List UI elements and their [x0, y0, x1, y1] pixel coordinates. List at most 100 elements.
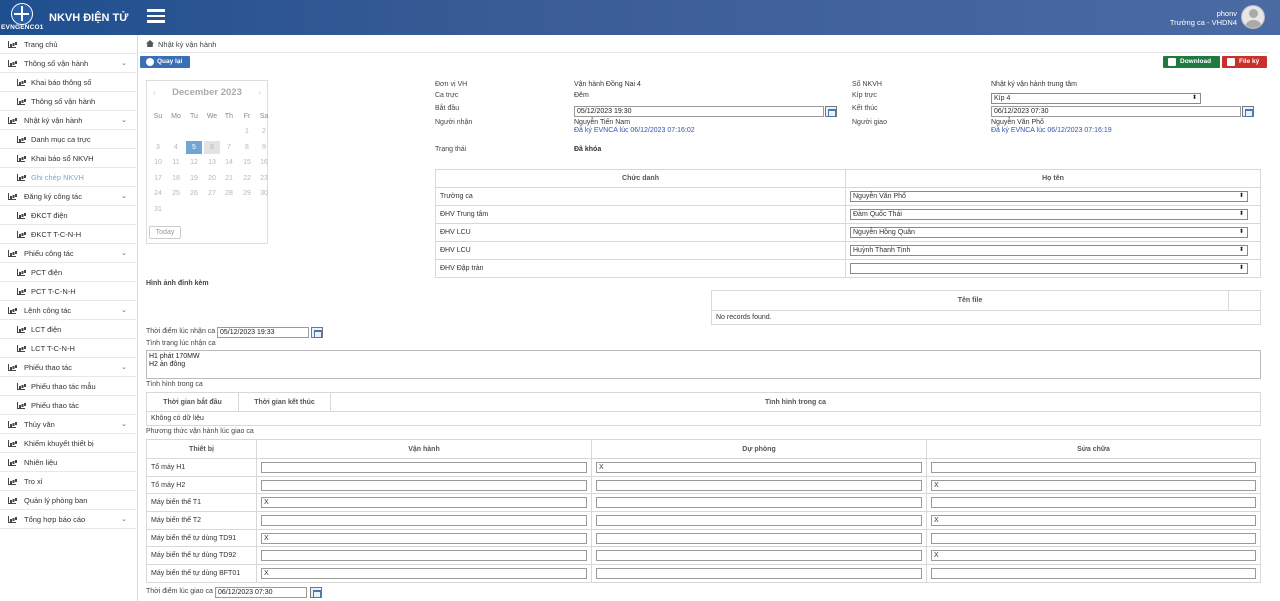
calendar-day[interactable]: 20 — [204, 174, 220, 184]
du-phong-input[interactable] — [596, 479, 922, 491]
back-button[interactable]: Quay lại — [140, 56, 190, 68]
calendar-day[interactable]: 27 — [204, 189, 220, 199]
sidebar-item[interactable]: Tổng hợp báo cáo ⌄ — [0, 510, 138, 529]
calendar-day[interactable]: 8 — [239, 143, 255, 153]
calendar-icon[interactable] — [825, 106, 837, 117]
ket-thuc-input[interactable]: 06/12/2023 07:30 — [991, 106, 1241, 117]
hamburger-menu-icon[interactable] — [147, 9, 165, 24]
sidebar-item[interactable]: Khai báo sổ NKVH — [0, 149, 138, 168]
du-phong-input[interactable] — [596, 532, 922, 544]
signed-file-button[interactable]: File ký — [1222, 56, 1267, 68]
download-button[interactable]: Download — [1163, 56, 1220, 68]
calendar-day[interactable]: 5 — [186, 141, 202, 154]
sidebar-item[interactable]: Ghi chép NKVH — [0, 168, 138, 187]
receive-status-textarea[interactable]: H1 phát 170MW H2 ản đông — [146, 350, 1261, 379]
calendar-day[interactable]: 23 — [256, 174, 272, 184]
calendar-day[interactable]: 3 — [150, 143, 166, 153]
calendar-day[interactable]: 28 — [221, 189, 237, 199]
sidebar-item[interactable]: Nhật ký vận hành ⌄ — [0, 111, 138, 130]
van-hanh-input[interactable] — [261, 479, 587, 491]
van-hanh-input[interactable] — [261, 550, 587, 562]
calendar-day[interactable]: 10 — [150, 158, 166, 168]
van-hanh-input[interactable] — [261, 461, 587, 473]
van-hanh-input[interactable]: X — [261, 567, 587, 579]
sua-chua-input[interactable] — [931, 567, 1256, 579]
sidebar-item[interactable]: PCT T-C-N-H — [0, 282, 138, 301]
sidebar-item[interactable]: LCT điện — [0, 320, 138, 339]
sidebar-item[interactable]: PCT điện — [0, 263, 138, 282]
calendar-icon[interactable] — [310, 587, 322, 598]
sidebar-item[interactable]: Phiếu thao tác — [0, 396, 138, 415]
du-phong-input[interactable] — [596, 514, 922, 526]
sidebar-item[interactable]: Phiếu công tác ⌄ — [0, 244, 138, 263]
sidebar-item[interactable]: ĐKCT điện — [0, 206, 138, 225]
receive-time-input[interactable]: 05/12/2023 19:33 — [217, 327, 309, 338]
calendar-day[interactable]: 18 — [168, 174, 184, 184]
van-hanh-input[interactable] — [261, 514, 587, 526]
calendar-day[interactable]: 9 — [256, 143, 272, 153]
giao-time-input[interactable]: 06/12/2023 07:30 — [215, 587, 307, 598]
avatar[interactable] — [1241, 5, 1265, 29]
calendar-next-icon[interactable]: › — [258, 88, 261, 97]
calendar-day[interactable]: 15 — [239, 158, 255, 168]
du-phong-input[interactable]: X — [596, 461, 922, 473]
sua-chua-input[interactable]: X — [931, 550, 1256, 562]
calendar-day[interactable]: 1 — [239, 127, 255, 137]
sidebar-item[interactable]: Danh mục ca trực — [0, 130, 138, 149]
calendar-day[interactable]: 13 — [204, 158, 220, 168]
bat-dau-input[interactable]: 05/12/2023 19:30 — [574, 106, 824, 117]
staff-name-select[interactable]: Đàm Quốc Thái ⬍ — [850, 209, 1248, 220]
sidebar-item[interactable]: Khiếm khuyết thiết bị — [0, 434, 138, 453]
staff-name-select[interactable]: Nguyễn Văn Phổ ⬍ — [850, 191, 1248, 202]
calendar-day[interactable]: 29 — [239, 189, 255, 199]
calendar-day[interactable]: 26 — [186, 189, 202, 199]
calendar-day[interactable]: 25 — [168, 189, 184, 199]
du-phong-input[interactable] — [596, 550, 922, 562]
calendar-day[interactable]: 2 — [256, 127, 272, 137]
calendar-icon[interactable] — [1242, 106, 1254, 117]
calendar-day[interactable]: 31 — [150, 205, 166, 215]
today-button[interactable]: Today — [149, 226, 181, 239]
sidebar-item[interactable]: ĐKCT T-C-N-H — [0, 225, 138, 244]
sua-chua-input[interactable] — [931, 461, 1256, 473]
calendar-day[interactable]: 19 — [186, 174, 202, 184]
calendar-day[interactable]: 22 — [239, 174, 255, 184]
sidebar-item[interactable]: LCT T-C-N-H — [0, 339, 138, 358]
sua-chua-input[interactable] — [931, 532, 1256, 544]
sidebar-item[interactable]: Tro xỉ — [0, 472, 138, 491]
sidebar-item[interactable]: Phiếu thao tác mẫu — [0, 377, 138, 396]
staff-name-select[interactable]: Huỳnh Thanh Tịnh ⬍ — [850, 245, 1248, 256]
sidebar-item[interactable]: Phiếu thao tác ⌄ — [0, 358, 138, 377]
sidebar-item[interactable]: Đăng ký công tác ⌄ — [0, 187, 138, 206]
sidebar-item[interactable]: Khai báo thông số — [0, 73, 138, 92]
sidebar-item[interactable]: Trang chủ — [0, 35, 138, 54]
calendar-day[interactable]: 7 — [221, 143, 237, 153]
sua-chua-input[interactable]: X — [931, 479, 1256, 491]
calendar-day[interactable]: 12 — [186, 158, 202, 168]
calendar-day[interactable]: 14 — [221, 158, 237, 168]
sidebar-item[interactable]: Thông số vận hành ⌄ — [0, 54, 138, 73]
sidebar-item[interactable]: Nhiên liệu — [0, 453, 138, 472]
calendar-day[interactable]: 6 — [204, 141, 220, 154]
home-icon[interactable] — [146, 40, 154, 47]
calendar-day[interactable]: 16 — [256, 158, 272, 168]
user-info[interactable]: phonv Trưởng ca - VHDN4 — [1170, 9, 1237, 27]
calendar-day[interactable]: 24 — [150, 189, 166, 199]
calendar-day[interactable]: 11 — [168, 158, 184, 168]
sua-chua-input[interactable]: X — [931, 514, 1256, 526]
sua-chua-input[interactable] — [931, 497, 1256, 509]
calendar-day[interactable]: 4 — [168, 143, 184, 153]
calendar-month[interactable]: December 2023 — [147, 87, 267, 98]
van-hanh-input[interactable]: X — [261, 497, 587, 509]
sidebar-item[interactable]: Quản lý phòng ban — [0, 491, 138, 510]
staff-name-select[interactable]: Nguyễn Hồng Quân ⬍ — [850, 227, 1248, 238]
sidebar-item[interactable]: Thông số vận hành — [0, 92, 138, 111]
app-logo[interactable]: EVNGENCO1 NKVH ĐIỆN TỬ — [0, 0, 138, 35]
calendar-icon[interactable] — [311, 327, 323, 338]
sidebar-item[interactable]: Thủy văn ⌄ — [0, 415, 138, 434]
staff-name-select[interactable]: ⬍ — [850, 263, 1248, 274]
sidebar-item[interactable]: Lệnh công tác ⌄ — [0, 301, 138, 320]
calendar-day[interactable]: 21 — [221, 174, 237, 184]
kip-truc-select[interactable]: Kíp 4 ⬍ — [991, 93, 1201, 104]
calendar-day[interactable]: 30 — [256, 189, 272, 199]
